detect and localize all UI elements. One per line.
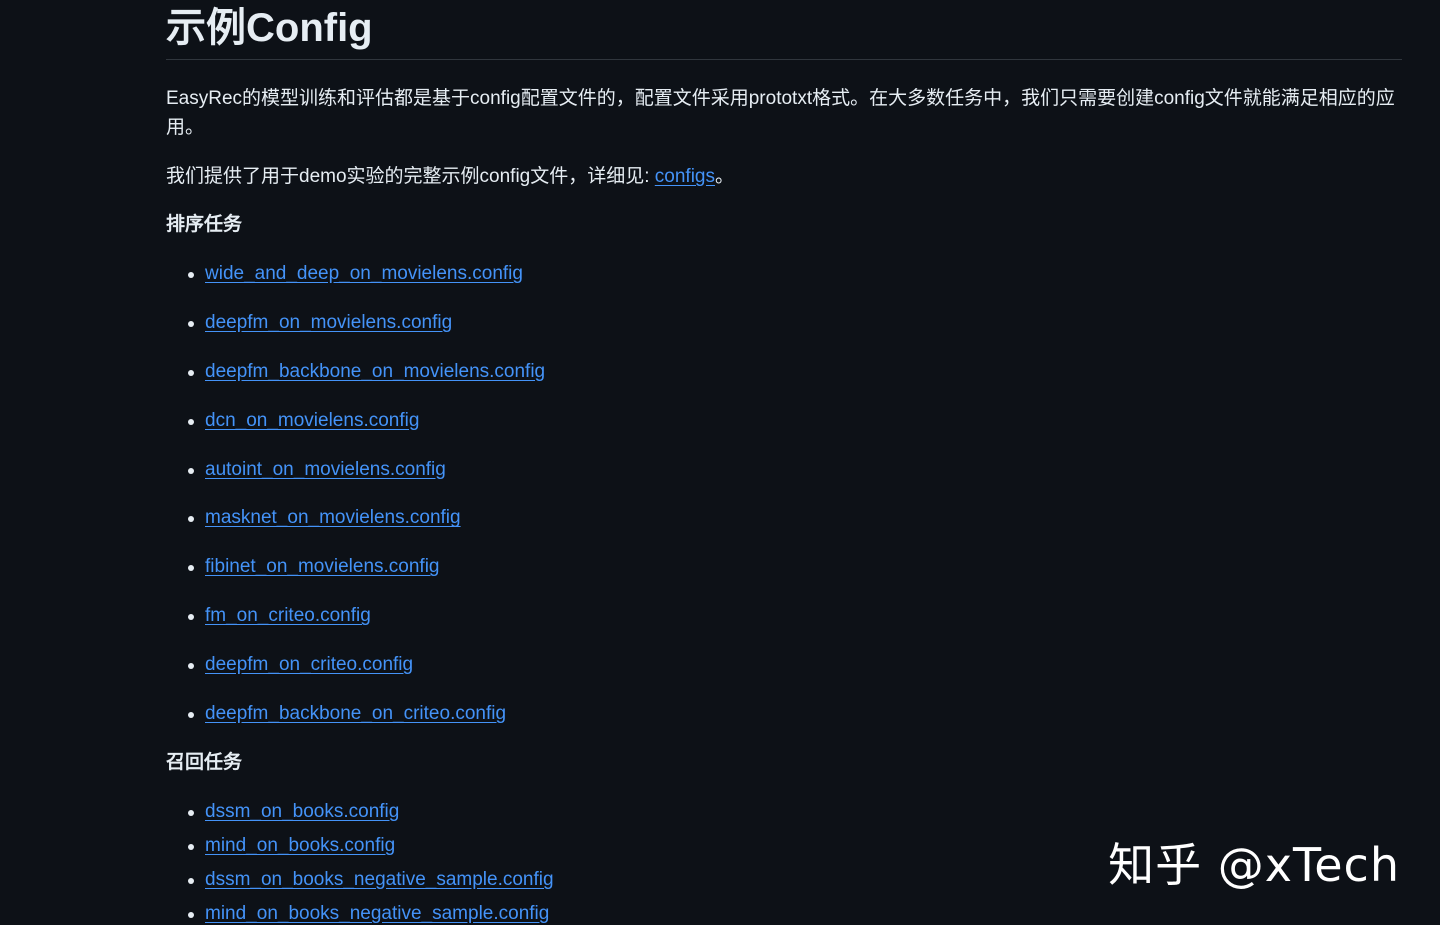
config-link-fm-criteo[interactable]: fm_on_criteo.config: [205, 605, 371, 626]
configs-paragraph: 我们提供了用于demo实验的完整示例config文件，详细见: configs。: [166, 162, 1402, 191]
configs-link[interactable]: configs: [655, 166, 715, 187]
config-link-dssm-books[interactable]: dssm_on_books.config: [205, 801, 399, 822]
list-item: wide_and_deep_on_movielens.config: [166, 260, 545, 309]
ranking-list: wide_and_deep_on_movielens.config deepfm…: [166, 260, 545, 749]
config-link-dssm-books-negative[interactable]: dssm_on_books_negative_sample.config: [205, 869, 554, 890]
configs-suffix: 。: [715, 166, 735, 187]
markdown-body: 示例Config EasyRec的模型训练和评估都是基于config配置文件的，…: [166, 0, 1402, 924]
intro-paragraph: EasyRec的模型训练和评估都是基于config配置文件的，配置文件采用pro…: [166, 88, 1395, 138]
list-item: dssm_on_books_negative_sample.config: [166, 866, 554, 900]
recall-list: dssm_on_books.config mind_on_books.confi…: [166, 798, 554, 925]
config-link-fibinet-movielens[interactable]: fibinet_on_movielens.config: [205, 556, 440, 577]
config-link-deepfm-backbone-criteo[interactable]: deepfm_backbone_on_criteo.config: [205, 703, 506, 724]
configs-prefix: 我们提供了用于demo实验的完整示例config文件，详细见:: [166, 166, 655, 187]
list-item: deepfm_backbone_on_criteo.config: [166, 700, 545, 749]
config-link-deepfm-backbone-movielens[interactable]: deepfm_backbone_on_movielens.config: [205, 361, 545, 382]
list-item: dcn_on_movielens.config: [166, 407, 545, 456]
list-item: fibinet_on_movielens.config: [166, 553, 545, 602]
config-link-masknet-movielens[interactable]: masknet_on_movielens.config: [205, 507, 461, 528]
list-item: deepfm_on_movielens.config: [166, 309, 545, 358]
config-link-deepfm-movielens[interactable]: deepfm_on_movielens.config: [205, 312, 452, 333]
config-link-deepfm-criteo[interactable]: deepfm_on_criteo.config: [205, 654, 413, 675]
page-title: 示例Config: [166, 0, 1402, 60]
zhihu-watermark: 知乎 @xTech: [1108, 838, 1400, 892]
list-item: mind_on_books.config: [166, 832, 554, 866]
config-link-autoint-movielens[interactable]: autoint_on_movielens.config: [205, 459, 446, 480]
list-item: deepfm_backbone_on_movielens.config: [166, 358, 545, 407]
config-link-dcn-movielens[interactable]: dcn_on_movielens.config: [205, 410, 419, 431]
list-item: mind_on_books_negative_sample.config: [166, 900, 554, 925]
list-item: fm_on_criteo.config: [166, 602, 545, 651]
list-item: masknet_on_movielens.config: [166, 504, 545, 553]
ranking-heading: 排序任务: [166, 214, 243, 235]
recall-heading: 召回任务: [166, 752, 243, 773]
list-item: dssm_on_books.config: [166, 798, 554, 832]
list-item: autoint_on_movielens.config: [166, 456, 545, 505]
list-item: deepfm_on_criteo.config: [166, 651, 545, 700]
config-link-mind-books-negative[interactable]: mind_on_books_negative_sample.config: [205, 903, 549, 924]
config-link-wide-and-deep-movielens[interactable]: wide_and_deep_on_movielens.config: [205, 263, 523, 284]
config-link-mind-books[interactable]: mind_on_books.config: [205, 835, 395, 856]
